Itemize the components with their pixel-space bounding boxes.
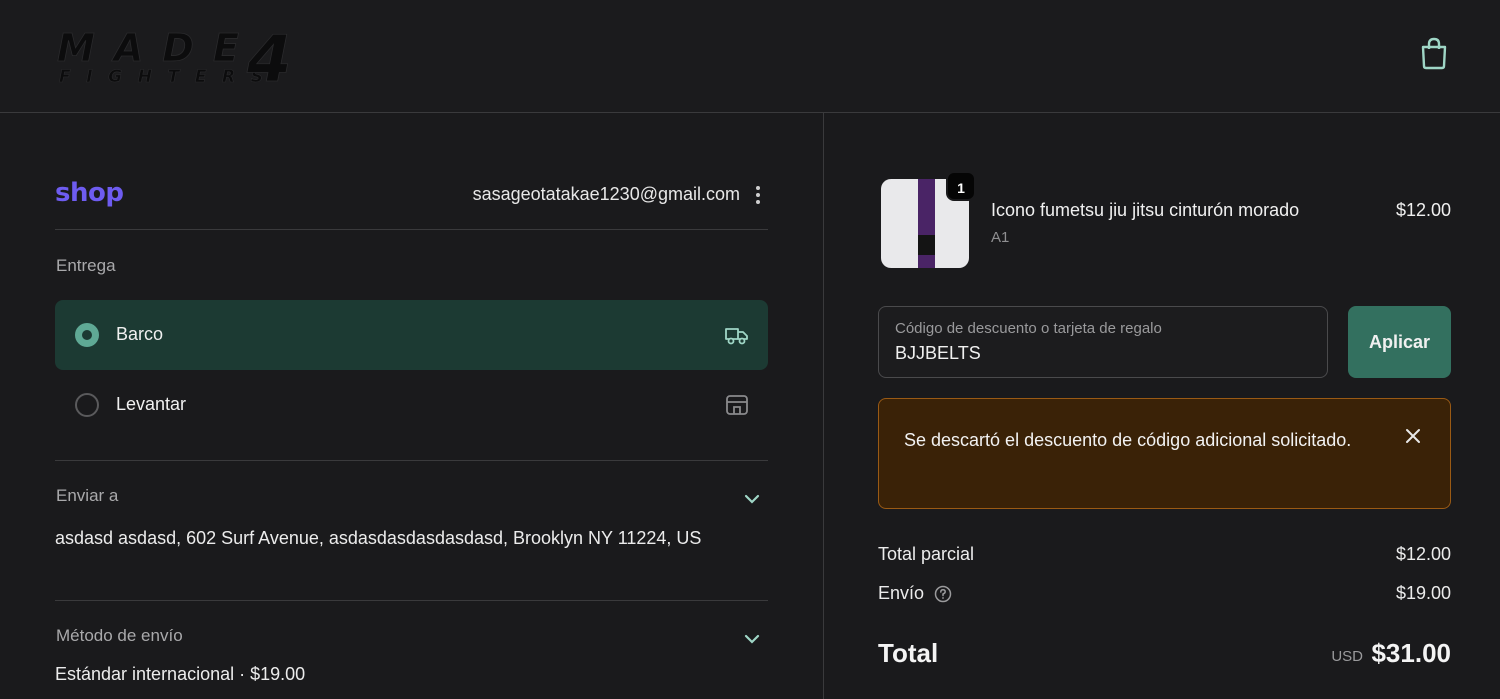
- delivery-option-label: Levantar: [116, 394, 187, 414]
- total-label: Total: [878, 638, 939, 668]
- truck-icon: [725, 328, 748, 345]
- radio-selected-icon[interactable]: [75, 323, 99, 347]
- discount-code-placeholder: Código de descuento o tarjeta de regalo: [895, 320, 1162, 337]
- discount-code-value[interactable]: BJJBELTS: [895, 343, 981, 364]
- shipping-method-label: Método de envío: [56, 626, 183, 645]
- chevron-down-icon[interactable]: [742, 632, 762, 646]
- header: MADE FIGHTERS 4: [0, 0, 1500, 113]
- delivery-option-pickup[interactable]: Levantar: [55, 370, 768, 440]
- made4fighters-logo[interactable]: MADE FIGHTERS 4: [57, 27, 312, 85]
- alert-message: Se descartó el descuento de código adici…: [904, 430, 1352, 450]
- svg-text:4: 4: [246, 27, 292, 85]
- delivery-option-ship[interactable]: Barco: [55, 300, 768, 370]
- chevron-down-icon[interactable]: [742, 492, 762, 506]
- total-currency: USD: [1331, 648, 1363, 665]
- discount-code-input[interactable]: Código de descuento o tarjeta de regalo …: [878, 306, 1328, 378]
- delivery-option-label: Barco: [116, 324, 164, 344]
- subtotal-value: $12.00: [1395, 544, 1451, 564]
- divider: [55, 460, 768, 461]
- subtotal-label: Total parcial: [878, 544, 975, 564]
- product-price: $12.00: [1395, 200, 1451, 220]
- shipping-method-value: Estándar internacional · $19.00: [55, 664, 306, 684]
- column-divider: [823, 113, 824, 699]
- shipping-value: $19.00: [1395, 583, 1451, 603]
- belt-tag-graphic: [918, 235, 935, 255]
- kebab-menu-icon[interactable]: [752, 184, 764, 206]
- delivery-section-label: Entrega: [56, 256, 116, 275]
- product-name: Icono fumetsu jiu jitsu cinturón morado: [991, 200, 1300, 220]
- shipping-label: Envío: [878, 583, 925, 603]
- divider: [55, 229, 768, 230]
- product-variant: A1: [991, 229, 1010, 246]
- account-email: sasageotatakae1230@gmail.com: [472, 184, 740, 204]
- svg-text:MADE: MADE: [57, 27, 239, 70]
- quantity-badge: 1: [946, 171, 976, 201]
- total-value: $31.00: [1371, 638, 1451, 668]
- discount-warning-alert: Se descartó el descuento de código adici…: [878, 398, 1451, 509]
- shipping-address: asdasd asdasd, 602 Surf Avenue, asdasdas…: [55, 528, 702, 548]
- store-icon: [726, 395, 748, 415]
- close-icon[interactable]: [1403, 426, 1423, 446]
- apply-discount-button[interactable]: Aplicar: [1348, 306, 1451, 378]
- shop-pay-logo[interactable]: shop: [55, 178, 124, 208]
- help-icon[interactable]: [934, 585, 952, 603]
- ship-to-label: Enviar a: [56, 486, 119, 505]
- radio-unselected-icon[interactable]: [75, 393, 99, 417]
- shopping-bag-icon[interactable]: [1418, 36, 1450, 70]
- divider: [55, 600, 768, 601]
